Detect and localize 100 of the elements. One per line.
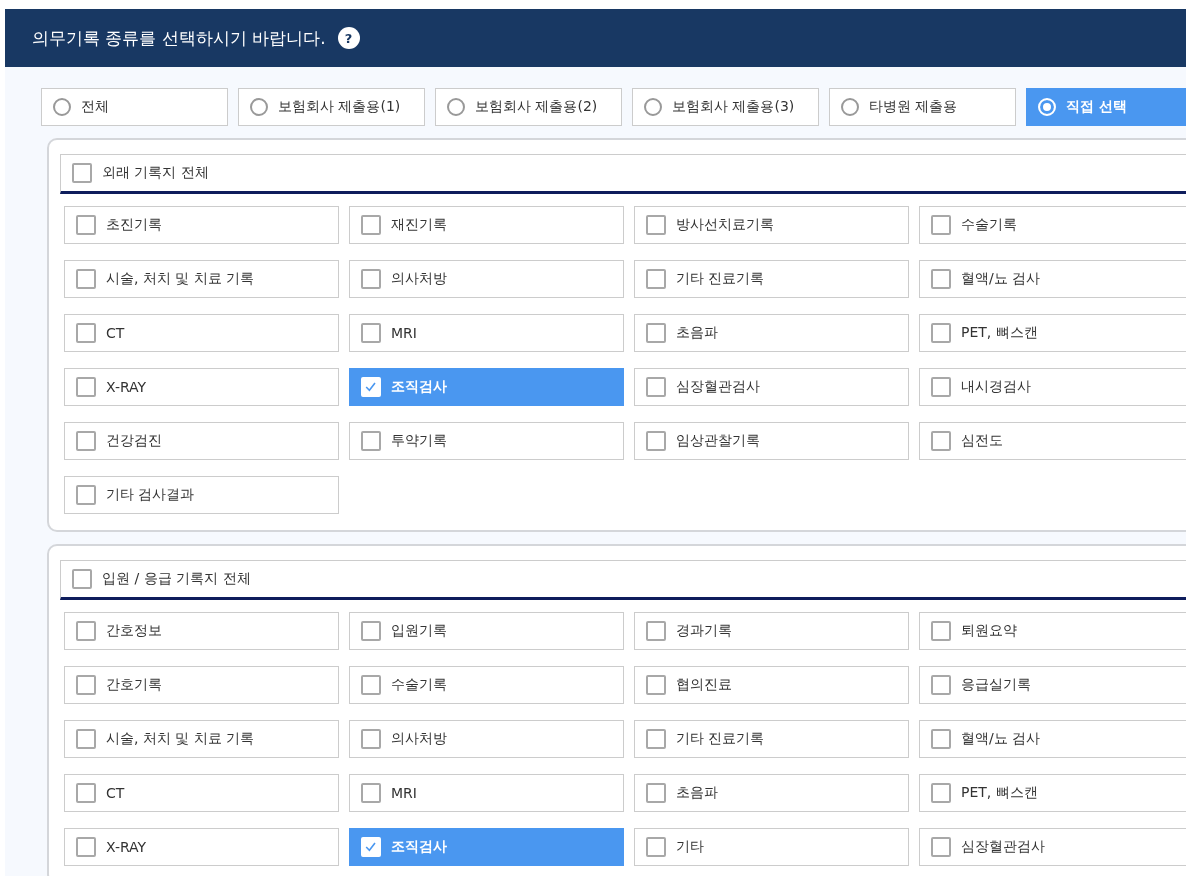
record-option[interactable]: PET, 뼈스캔 [919,314,1186,352]
checkbox-icon[interactable] [76,485,96,505]
record-option[interactable]: 기타 진료기록 [634,720,909,758]
record-option[interactable]: 재진기록 [349,206,624,244]
option-label: 보험회사 제출용(1) [278,98,401,116]
record-option[interactable]: 기타 검사결과 [64,476,339,514]
checkbox-icon[interactable] [76,729,96,749]
record-option[interactable]: 초음파 [634,314,909,352]
checkbox-icon[interactable] [646,431,666,451]
checkbox-icon[interactable] [361,729,381,749]
record-option[interactable]: 건강검진 [64,422,339,460]
help-button[interactable]: ? [337,27,360,49]
checkbox-icon[interactable] [931,837,951,857]
record-option[interactable]: MRI [349,314,624,352]
record-option[interactable]: 심장혈관검사 [919,828,1186,866]
record-option[interactable]: MRI [349,774,624,812]
radio-icon[interactable] [250,98,268,116]
record-option[interactable]: 시술, 처치 및 치료 기록 [64,720,339,758]
record-option[interactable]: 투약기록 [349,422,624,460]
checkbox-icon[interactable] [361,783,381,803]
checkbox-icon[interactable] [931,323,951,343]
record-type-option[interactable]: 보험회사 제출용(2) [435,88,622,126]
radio-icon[interactable] [53,98,71,116]
checkbox-icon[interactable] [361,269,381,289]
record-option[interactable]: 심전도 [919,422,1186,460]
record-option[interactable]: X-RAY [64,368,339,406]
checkbox-icon[interactable] [646,323,666,343]
record-type-option[interactable]: 타병원 제출용 [829,88,1016,126]
record-option[interactable]: 초진기록 [64,206,339,244]
checkbox-icon[interactable] [931,729,951,749]
record-option[interactable]: 임상관찰기록 [634,422,909,460]
record-option[interactable]: 내시경검사 [919,368,1186,406]
checkbox-icon[interactable] [646,215,666,235]
checkbox-icon[interactable] [646,675,666,695]
option-label: 의사처방 [391,730,447,748]
checkbox-icon[interactable] [76,783,96,803]
checkbox-icon[interactable] [646,783,666,803]
checkbox-icon[interactable] [76,837,96,857]
record-option[interactable]: PET, 뼈스캔 [919,774,1186,812]
record-option[interactable]: 수술기록 [349,666,624,704]
checkbox-icon[interactable] [646,837,666,857]
record-option[interactable]: 간호정보 [64,612,339,650]
checkbox-icon[interactable] [361,215,381,235]
record-option[interactable]: 초음파 [634,774,909,812]
checkbox-icon[interactable] [931,431,951,451]
record-option[interactable]: 기타 [634,828,909,866]
record-option[interactable]: 혈액/뇨 검사 [919,720,1186,758]
checkbox-icon[interactable] [361,323,381,343]
checkbox-icon[interactable] [931,269,951,289]
checkbox-icon[interactable] [931,215,951,235]
checked-checkbox-icon[interactable] [361,837,381,857]
record-option[interactable]: 수술기록 [919,206,1186,244]
checkbox-icon[interactable] [76,323,96,343]
option-label: 간호기록 [106,676,162,694]
checkbox-icon[interactable] [76,621,96,641]
checkbox-icon[interactable] [76,377,96,397]
record-option[interactable]: 방사선치료기록 [634,206,909,244]
option-label: 의사처방 [391,270,447,288]
checkbox-icon[interactable] [361,621,381,641]
checkbox-icon[interactable] [361,431,381,451]
record-option[interactable]: 심장혈관검사 [634,368,909,406]
checkbox-icon[interactable] [76,269,96,289]
radio-icon[interactable] [447,98,465,116]
checkbox-icon[interactable] [76,215,96,235]
checkbox-icon[interactable] [76,431,96,451]
record-option[interactable]: 간호기록 [64,666,339,704]
checkbox-icon[interactable] [76,675,96,695]
checkbox-icon[interactable] [646,621,666,641]
record-option[interactable]: 혈액/뇨 검사 [919,260,1186,298]
record-option[interactable]: 협의진료 [634,666,909,704]
checkbox-icon[interactable] [931,783,951,803]
record-option[interactable]: CT [64,314,339,352]
checkbox-icon[interactable] [646,729,666,749]
record-type-option[interactable]: 전체 [41,88,228,126]
record-option[interactable]: 퇴원요약 [919,612,1186,650]
record-option[interactable]: 의사처방 [349,260,624,298]
record-option[interactable]: 경과기록 [634,612,909,650]
checkbox-icon[interactable] [72,163,92,183]
checkbox-icon[interactable] [931,377,951,397]
radio-icon[interactable] [644,98,662,116]
checkbox-icon[interactable] [646,269,666,289]
record-option[interactable]: 응급실기록 [919,666,1186,704]
checkbox-icon[interactable] [931,621,951,641]
record-option[interactable]: CT [64,774,339,812]
record-type-option[interactable]: 보험회사 제출용(1) [238,88,425,126]
radio-icon[interactable] [841,98,859,116]
checkbox-icon[interactable] [646,377,666,397]
section-header[interactable]: 입원 / 응급 기록지 전체 [60,560,1186,600]
record-option[interactable]: 기타 진료기록 [634,260,909,298]
section-header[interactable]: 외래 기록지 전체 [60,154,1186,194]
checkbox-icon[interactable] [931,675,951,695]
option-label: 시술, 처치 및 치료 기록 [106,730,255,748]
record-type-option[interactable]: 보험회사 제출용(3) [632,88,819,126]
record-option[interactable]: 입원기록 [349,612,624,650]
checked-checkbox-icon[interactable] [361,377,381,397]
checkbox-icon[interactable] [361,675,381,695]
record-option[interactable]: 시술, 처치 및 치료 기록 [64,260,339,298]
record-option[interactable]: 의사처방 [349,720,624,758]
record-option[interactable]: X-RAY [64,828,339,866]
checkbox-icon[interactable] [72,569,92,589]
